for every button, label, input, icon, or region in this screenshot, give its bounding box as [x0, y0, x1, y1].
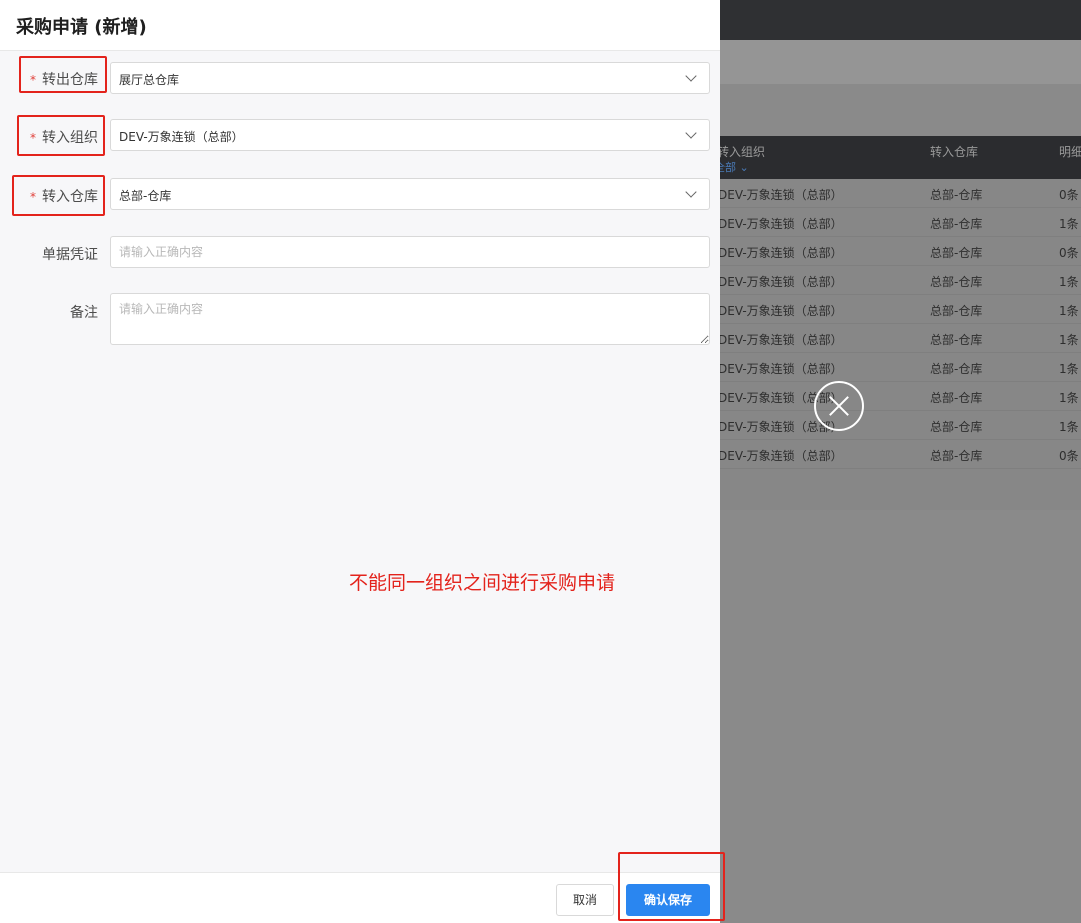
row-count: 1条	[1059, 362, 1079, 376]
table-row[interactable]: DEV-万象连锁（总部） 总部-仓库 0条	[718, 237, 1081, 266]
row-org: DEV-万象连锁（总部）	[718, 362, 843, 376]
row-count: 0条	[1059, 246, 1079, 260]
column-header-to-org: 转入组织	[717, 145, 766, 159]
table-row[interactable]: DEV-万象连锁（总部） 总部-仓库 0条	[718, 440, 1081, 469]
row-warehouse: 总部-仓库	[930, 275, 983, 289]
cancel-button[interactable]: 取消	[556, 884, 614, 916]
row-warehouse: 总部-仓库	[930, 362, 983, 376]
chevron-down-icon	[685, 127, 697, 139]
row-warehouse: 总部-仓库	[930, 391, 983, 405]
annotation-box-save-button	[618, 852, 725, 921]
row-warehouse: 总部-仓库	[930, 449, 983, 463]
annotation-box-to-warehouse	[12, 175, 105, 216]
row-org: DEV-万象连锁（总部）	[718, 275, 843, 289]
row-org: DEV-万象连锁（总部）	[718, 449, 843, 463]
row-count: 1条	[1059, 333, 1079, 347]
to-org-value: DEV-万象连锁（总部）	[119, 130, 244, 144]
annotation-box-to-org	[17, 115, 105, 156]
table-row[interactable]: DEV-万象连锁（总部） 总部-仓库 1条	[718, 324, 1081, 353]
row-warehouse: 总部-仓库	[930, 420, 983, 434]
chevron-down-icon: ⌄	[739, 161, 749, 174]
remark-textarea[interactable]	[110, 293, 710, 345]
row-org: DEV-万象连锁（总部）	[718, 217, 843, 231]
voucher-label: 单据凭证	[42, 247, 98, 263]
close-icon[interactable]	[814, 381, 864, 431]
row-warehouse: 总部-仓库	[930, 304, 983, 318]
table-row[interactable]: DEV-万象连锁（总部） 总部-仓库 1条	[718, 353, 1081, 382]
chevron-down-icon	[685, 70, 697, 82]
row-org: DEV-万象连锁（总部）	[718, 333, 843, 347]
annotation-box-from-warehouse	[19, 56, 107, 93]
table-row[interactable]: DEV-万象连锁（总部） 总部-仓库 1条	[718, 295, 1081, 324]
from-warehouse-value: 展厅总仓库	[119, 73, 180, 87]
to-warehouse-value: 总部-仓库	[119, 189, 172, 203]
row-org: DEV-万象连锁（总部）	[718, 188, 843, 202]
row-warehouse: 总部-仓库	[930, 333, 983, 347]
annotation-message: 不能同一组织之间进行采购申请	[349, 572, 616, 594]
row-count: 0条	[1059, 449, 1079, 463]
voucher-input[interactable]	[110, 236, 710, 268]
table-row[interactable]: DEV-万象连锁（总部） 总部-仓库 1条	[718, 382, 1081, 411]
table-row[interactable]: DEV-万象连锁（总部） 总部-仓库 0条	[718, 179, 1081, 208]
background-table: 转入组织 全部 ⌄ 转入仓库 明细 DEV-万象连锁（总部） 总部-仓库 0条 DEV…	[714, 136, 1081, 510]
row-count: 1条	[1059, 275, 1079, 289]
table-row[interactable]: DEV-万象连锁（总部） 总部-仓库 1条	[718, 411, 1081, 440]
drawer-footer: 取消 确认保存	[0, 872, 720, 923]
row-count: 1条	[1059, 420, 1079, 434]
background-top-bar	[720, 0, 1081, 40]
to-org-select[interactable]: DEV-万象连锁（总部）	[110, 119, 710, 151]
table-row[interactable]: DEV-万象连锁（总部） 总部-仓库 1条	[718, 208, 1081, 237]
drawer-header: 采购申请 (新增)	[0, 0, 720, 51]
row-org: DEV-万象连锁（总部）	[718, 246, 843, 260]
column-header-to-warehouse: 转入仓库	[930, 145, 979, 159]
row-org: DEV-万象连锁（总部）	[718, 304, 843, 318]
purchase-request-drawer: 采购申请 (新增) * 转出仓库 展厅总仓库 * 转入组织 DEV-万象连锁（总部）…	[0, 0, 720, 923]
row-warehouse: 总部-仓库	[930, 188, 983, 202]
background-toolbar	[720, 40, 1081, 84]
row-count: 1条	[1059, 217, 1079, 231]
table-row[interactable]: DEV-万象连锁（总部） 总部-仓库 1条	[718, 266, 1081, 295]
row-count: 0条	[1059, 188, 1079, 202]
chevron-down-icon	[685, 186, 697, 198]
remark-label: 备注	[70, 305, 98, 321]
row-count: 1条	[1059, 304, 1079, 318]
row-count: 1条	[1059, 391, 1079, 405]
column-header-details: 明细	[1059, 145, 1081, 159]
to-warehouse-select[interactable]: 总部-仓库	[110, 178, 710, 210]
drawer-title: 采购申请 (新增)	[16, 17, 147, 38]
from-warehouse-select[interactable]: 展厅总仓库	[110, 62, 710, 94]
row-warehouse: 总部-仓库	[930, 217, 983, 231]
background-table-header: 转入组织 全部 ⌄ 转入仓库 明细	[714, 136, 1081, 179]
row-warehouse: 总部-仓库	[930, 246, 983, 260]
